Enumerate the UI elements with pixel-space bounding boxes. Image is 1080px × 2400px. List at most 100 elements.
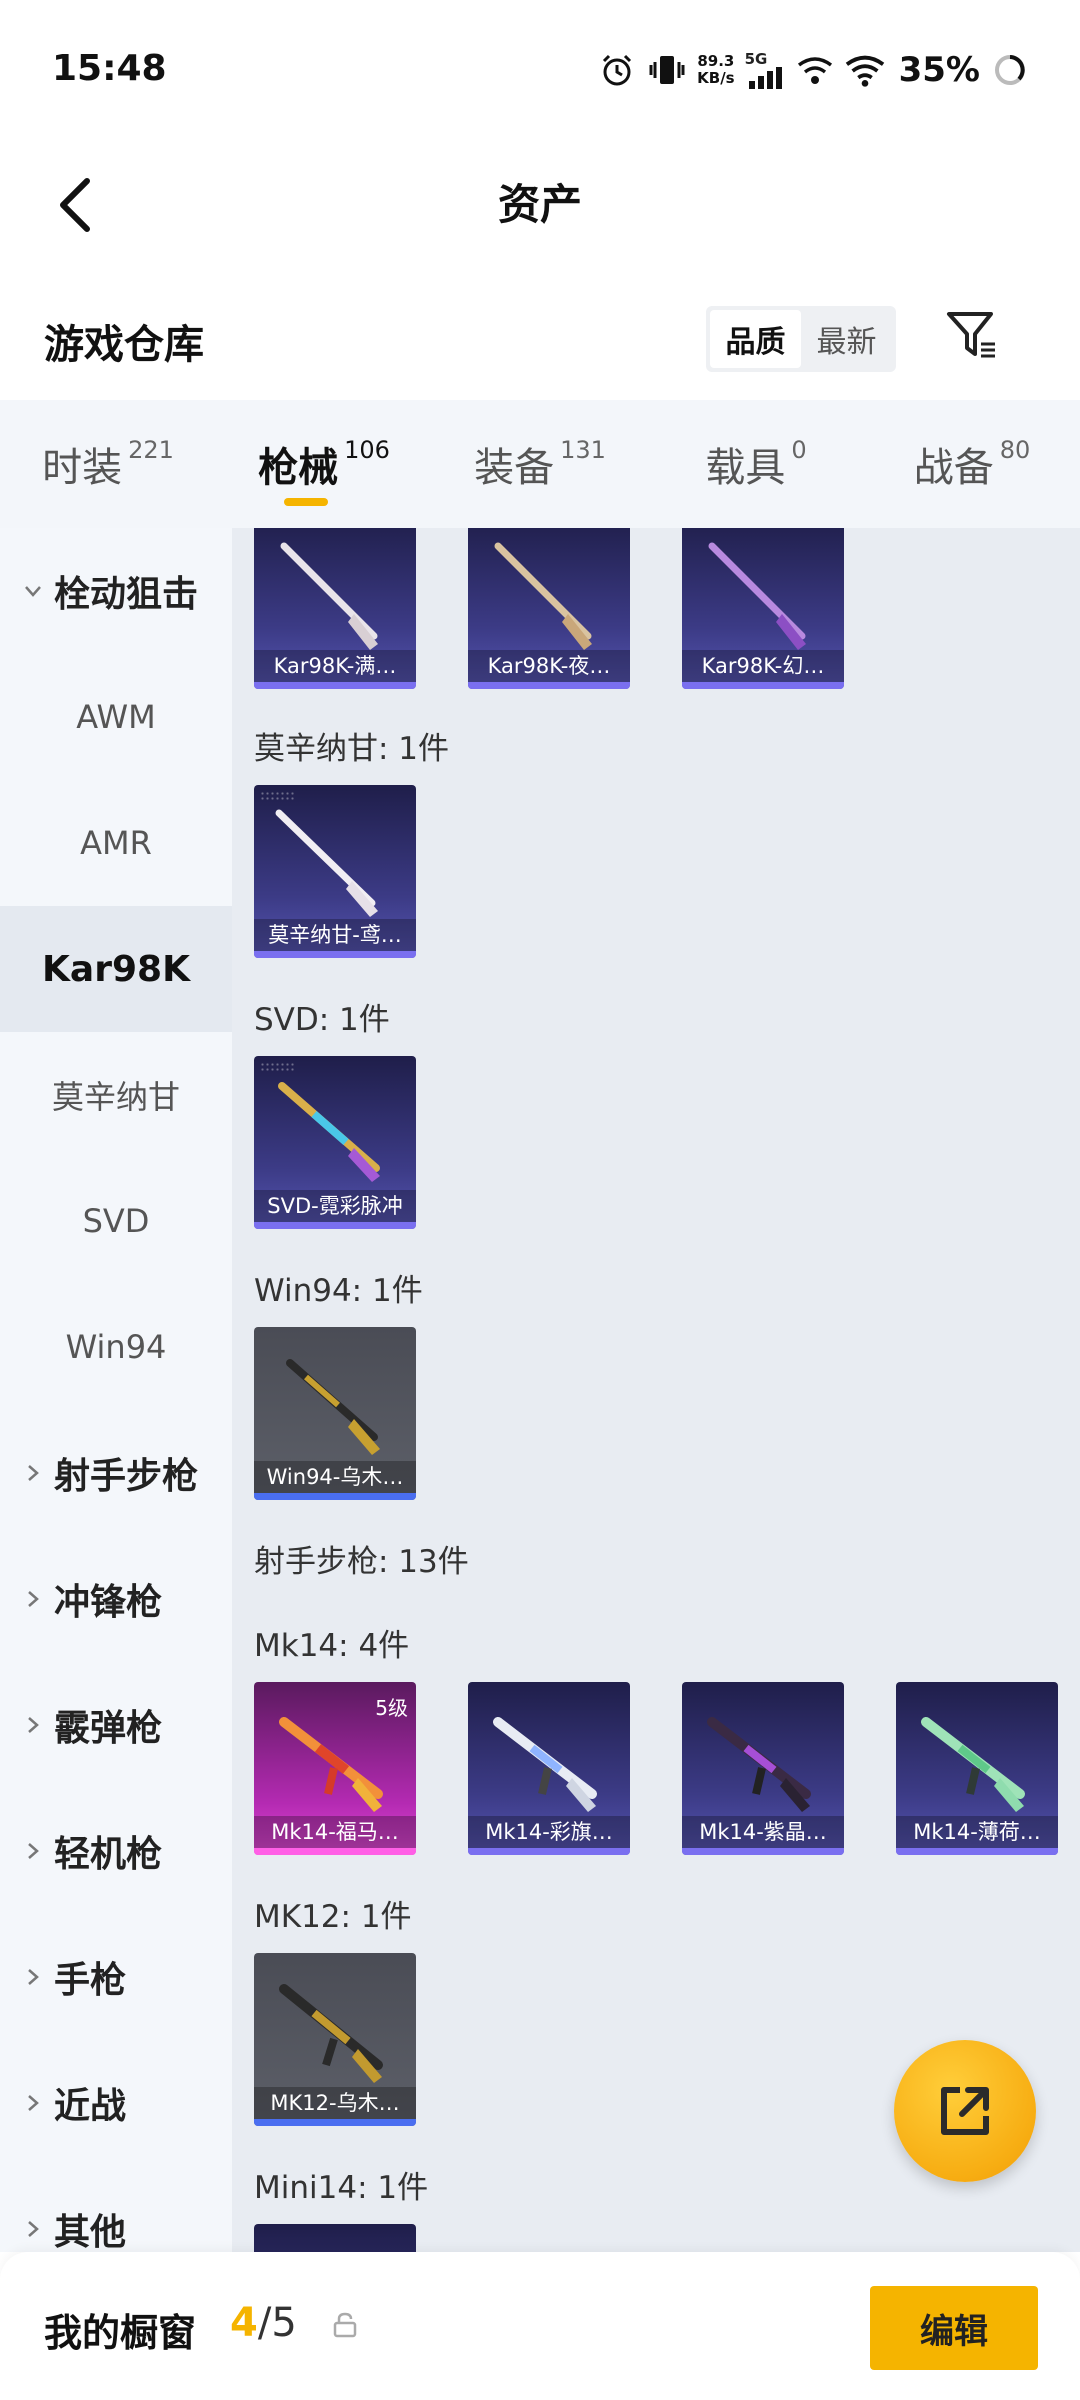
weapon-card-label: Mk14-彩旗… <box>468 1816 630 1848</box>
rarity-bar <box>254 1222 416 1229</box>
section-label: Mini14: 1件 <box>254 2170 429 2206</box>
status-icons: 89.3 KB/s 5G 35% <box>597 46 1030 94</box>
sidenav-group-bolt-action[interactable]: 栓动狙击 <box>0 528 232 654</box>
tab-label: 装备 <box>474 445 555 491</box>
sidenav-group-dmr[interactable]: 射手步枪 <box>0 1410 232 1536</box>
sidenav-label: 射手步枪 <box>54 1456 199 1497</box>
sidenav-label: AWM <box>76 698 156 736</box>
tab-firearms[interactable]: 枪械 106 <box>216 400 432 528</box>
wifi-icon <box>845 50 885 90</box>
sidenav-label: 近战 <box>54 2086 127 2127</box>
weapon-card[interactable]: Win94-乌木… <box>254 1327 416 1500</box>
sidenav-label: Kar98K <box>42 948 190 990</box>
sidenav-item-mosin[interactable]: 莫辛纳甘 <box>0 1032 232 1158</box>
sidenav-group-other[interactable]: 其他 <box>0 2166 232 2252</box>
tab-label: 时装 <box>42 445 123 491</box>
sidenav-item-win94[interactable]: Win94 <box>0 1284 232 1410</box>
weapon-card-label: 莫辛纳甘-鸢… <box>254 919 416 951</box>
sidenav-item-svd[interactable]: SVD <box>0 1158 232 1284</box>
showcase-bar: 我的橱窗 4/5 编辑 <box>0 2252 1080 2400</box>
warehouse-title: 游戏仓库 <box>44 322 204 368</box>
tab-label: 战备 <box>913 445 994 491</box>
weapon-card-label: Win94-乌木… <box>254 1461 416 1493</box>
rarity-bar <box>254 1848 416 1855</box>
chevron-right-icon <box>20 1712 46 1738</box>
rarity-bar <box>254 1493 416 1500</box>
sidenav-label: 手枪 <box>54 1960 127 2001</box>
section-label: Mk14: 4件 <box>254 1628 410 1664</box>
weapon-type-sidenav: 栓动狙击 AWM AMR Kar98K 莫辛纳甘 SVD Win94 射手步枪 … <box>0 528 232 2252</box>
weapon-card[interactable]: Mk14-彩旗… <box>468 1682 630 1855</box>
sidenav-item-awm[interactable]: AWM <box>0 654 232 780</box>
weapon-card[interactable]: Kar98K-夜… <box>468 528 630 689</box>
tab-count: 131 <box>560 436 606 464</box>
weapon-card[interactable] <box>254 2224 416 2252</box>
chevron-right-icon <box>20 1838 46 1864</box>
sidenav-label: 栓动狙击 <box>54 574 199 615</box>
tab-vehicles[interactable]: 载具 0 <box>648 400 864 528</box>
weapon-card-label: MK12-乌木… <box>254 2087 416 2119</box>
rarity-bar <box>682 1848 844 1855</box>
alarm-icon <box>597 50 637 90</box>
vibrate-icon <box>647 50 687 90</box>
sidenav-label: 霰弹枪 <box>54 1708 163 1749</box>
rarity-bar <box>254 682 416 689</box>
showcase-label: 我的橱窗 <box>44 2311 197 2355</box>
net-speed-unit: KB/s <box>697 69 735 87</box>
tab-fashion[interactable]: 时装 221 <box>0 400 216 528</box>
chevron-right-icon <box>20 1586 46 1612</box>
page-title: 资产 <box>497 180 582 229</box>
tab-combat-gear[interactable]: 战备 80 <box>864 400 1080 528</box>
weapon-card[interactable]: Kar98K-满… <box>254 528 416 689</box>
share-button[interactable] <box>894 2040 1036 2182</box>
sidenav-label: 莫辛纳甘 <box>51 1078 180 1116</box>
sidenav-label: SVD <box>82 1202 150 1240</box>
category-tabs: 时装 221 枪械 106 装备 131 载具 0 战备 80 <box>0 400 1080 528</box>
filter-icon <box>947 312 995 358</box>
weapon-card[interactable]: SVD-霓彩脉冲 <box>254 1056 416 1229</box>
showcase-current: 4 <box>230 2300 258 2346</box>
rarity-bar <box>468 1848 630 1855</box>
status-bar: 15:48 89.3 KB/s 5G 35% <box>0 0 1080 140</box>
weapon-card[interactable]: 莫辛纳甘-鸢… <box>254 785 416 958</box>
sidenav-group-smg[interactable]: 冲锋枪 <box>0 1536 232 1662</box>
rarity-bar <box>682 682 844 689</box>
weapon-card[interactable]: Mk14-紫晶… <box>682 1682 844 1855</box>
rarity-bar <box>254 951 416 958</box>
wifi-small-icon <box>795 50 835 90</box>
sidenav-group-pistol[interactable]: 手枪 <box>0 1914 232 2040</box>
tab-count: 106 <box>344 436 390 464</box>
section-label: MK12: 1件 <box>254 1899 412 1935</box>
network-speed: 89.3 KB/s <box>697 53 734 87</box>
sidenav-label: Win94 <box>65 1328 167 1366</box>
sidenav-group-melee[interactable]: 近战 <box>0 2040 232 2166</box>
sidenav-item-amr[interactable]: AMR <box>0 780 232 906</box>
tab-equipment[interactable]: 装备 131 <box>432 400 648 528</box>
warehouse-header: 游戏仓库 品质 最新 <box>0 290 1080 400</box>
weapon-card-label: Kar98K-满… <box>254 650 416 682</box>
rarity-bar <box>468 682 630 689</box>
sidenav-group-lmg[interactable]: 轻机枪 <box>0 1788 232 1914</box>
sidenav-item-kar98k[interactable]: Kar98K <box>0 906 232 1032</box>
rarity-bar <box>254 2119 416 2126</box>
sidenav-label: 轻机枪 <box>54 1834 163 1875</box>
sidenav-group-shotgun[interactable]: 霰弹枪 <box>0 1662 232 1788</box>
weapon-card[interactable]: Mk14-薄荷… <box>896 1682 1058 1855</box>
sort-newest-button[interactable]: 最新 <box>801 310 892 368</box>
status-time: 15:48 <box>52 48 167 89</box>
weapon-list: Kar98K-满… Kar98K-夜… Kar98K-幻… 莫辛纳甘: 1件 莫… <box>232 528 1080 2252</box>
edit-button[interactable]: 编辑 <box>870 2286 1038 2370</box>
tab-label: 枪械 <box>258 445 339 491</box>
weapon-card[interactable]: Kar98K-幻… <box>682 528 844 689</box>
weapon-card[interactable]: 5级 Mk14-福马… <box>254 1682 416 1855</box>
sidenav-label: 其他 <box>54 2212 127 2252</box>
rarity-bar <box>896 1848 1058 1855</box>
section-label: 莫辛纳甘: 1件 <box>254 731 450 767</box>
filter-button[interactable] <box>940 300 1004 370</box>
active-tab-indicator <box>284 498 328 506</box>
tab-count: 0 <box>791 436 807 464</box>
sort-quality-button[interactable]: 品质 <box>710 310 801 368</box>
sidenav-label: AMR <box>80 824 152 862</box>
lock-icon <box>333 2312 357 2338</box>
weapon-card[interactable]: MK12-乌木… <box>254 1953 416 2126</box>
